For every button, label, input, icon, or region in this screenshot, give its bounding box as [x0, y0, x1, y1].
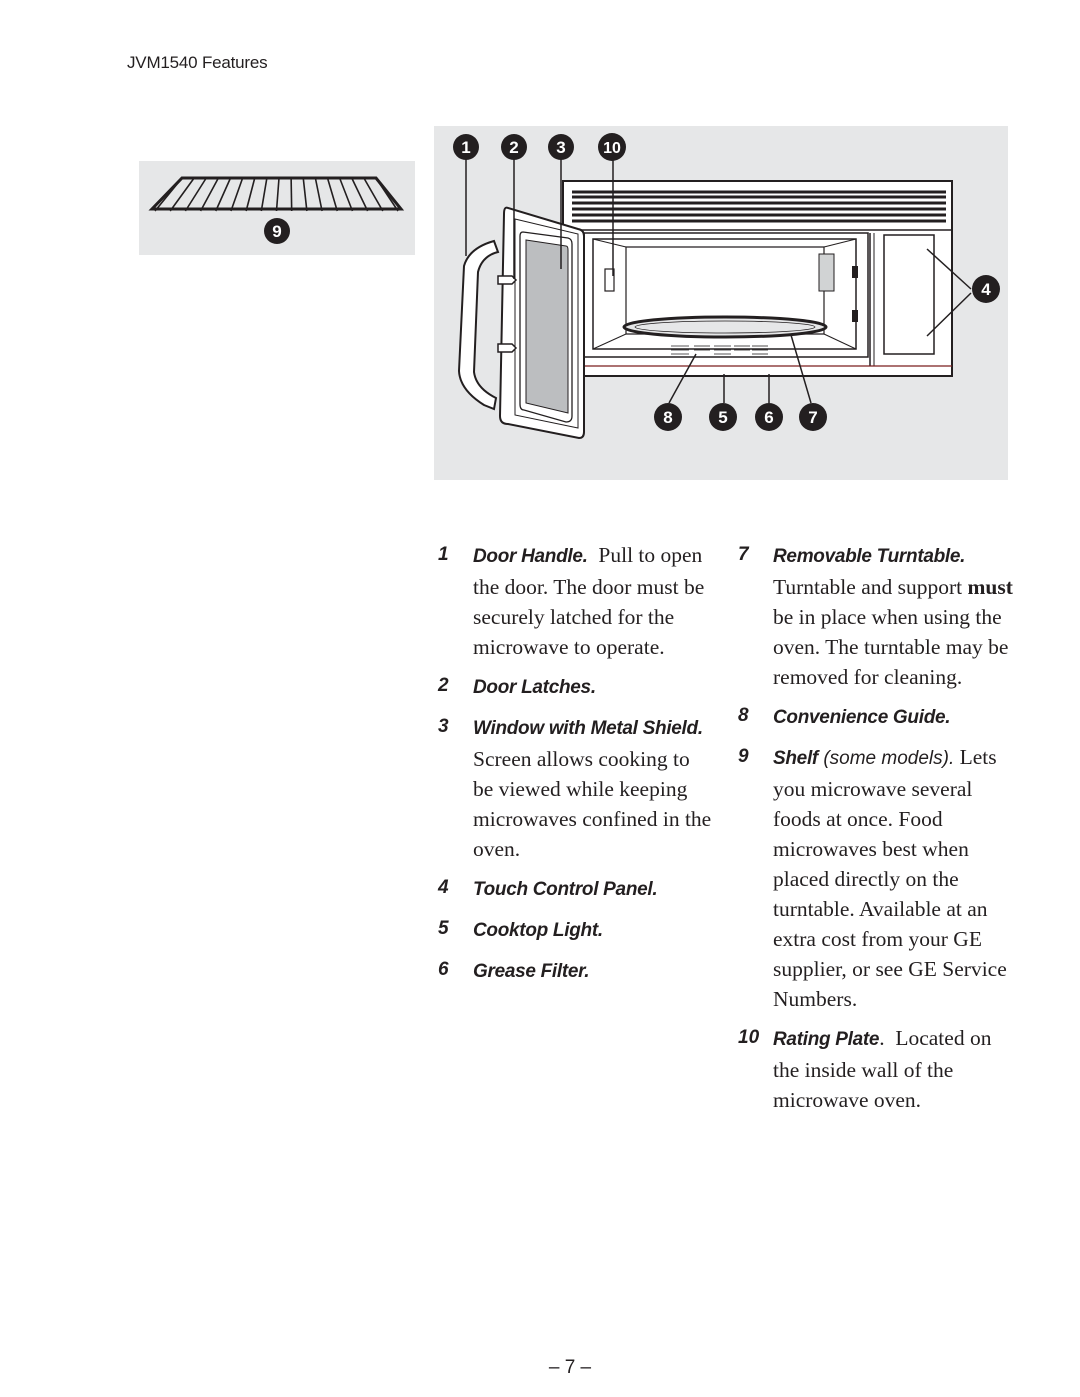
callout-1: 1: [453, 134, 479, 160]
feature-title: Rating Plate: [773, 1029, 880, 1050]
callout-3: 3: [548, 134, 574, 160]
feature-title: Grease Filter.: [473, 961, 590, 982]
callout-8: 8: [654, 403, 682, 431]
latch-slot: [852, 310, 858, 322]
callout-7: 7: [799, 403, 827, 431]
feature-description: be in place when using the oven. The tur…: [773, 605, 1009, 689]
feature-emphasis: must: [967, 575, 1013, 599]
svg-text:3: 3: [556, 138, 565, 157]
callout-5: 5: [709, 403, 737, 431]
feature-item-shelf: 9 Shelf (some models). Lets you microwav…: [738, 742, 1013, 1014]
shelf-illustration-panel: 9: [139, 161, 415, 255]
feature-item-cooktop-light: 5 Cooktop Light.: [438, 914, 713, 946]
feature-number: 8: [738, 705, 749, 726]
feature-item-removable-turntable: 7 Removable Turntable. Turntable and sup…: [738, 540, 1013, 692]
feature-title: Shelf: [773, 748, 818, 769]
svg-text:9: 9: [272, 222, 281, 241]
microwave-body: [562, 180, 953, 377]
callout-6: 6: [755, 403, 783, 431]
touch-control-panel: [883, 234, 935, 355]
feature-number: 6: [438, 959, 449, 980]
feature-title: Door Latches.: [473, 677, 596, 698]
feature-title: Window with Metal Shield.: [473, 718, 703, 739]
feature-item-window: 3 Window with Metal Shield. Screen allow…: [438, 712, 713, 864]
feature-item-convenience-guide: 8 Convenience Guide.: [738, 701, 1013, 733]
feature-number: 2: [438, 675, 449, 696]
feature-item-door-latches: 2 Door Latches.: [438, 671, 713, 703]
callout-9: 9: [264, 218, 290, 244]
feature-number: 9: [738, 746, 749, 767]
feature-number: 4: [438, 877, 449, 898]
wire-shelf-icon: [148, 176, 405, 212]
svg-text:1: 1: [461, 138, 470, 157]
svg-text:10: 10: [603, 140, 621, 157]
page-header: JVM1540 Features: [127, 53, 268, 72]
feature-item-grease-filter: 6 Grease Filter.: [438, 955, 713, 987]
feature-title: Touch Control Panel.: [473, 879, 658, 900]
feature-item-rating-plate: 10 Rating Plate. Located on the inside w…: [738, 1023, 1013, 1115]
feature-number: 3: [438, 716, 449, 737]
feature-title: Cooktop Light.: [473, 920, 603, 941]
feature-description: Lets you microwave several foods at once…: [773, 745, 1007, 1011]
feature-description: Screen allows cooking to be viewed while…: [473, 747, 712, 861]
feature-number: 1: [438, 544, 449, 565]
door-handle: [457, 239, 500, 411]
svg-text:4: 4: [981, 280, 991, 299]
svg-text:8: 8: [663, 408, 672, 427]
door-latch-lower: [497, 343, 518, 353]
feature-title: Door Handle.: [473, 546, 588, 567]
feature-title: Removable Turntable.: [773, 546, 966, 567]
svg-text:2: 2: [509, 138, 518, 157]
callout-4: 4: [972, 275, 1000, 303]
features-list-right: 7 Removable Turntable. Turntable and sup…: [738, 540, 1013, 1124]
callout-10: 10: [598, 133, 626, 161]
svg-text:5: 5: [718, 408, 727, 427]
waveguide-cover: [818, 253, 835, 292]
feature-item-touch-control-panel: 4 Touch Control Panel.: [438, 873, 713, 905]
turntable: [622, 315, 828, 339]
feature-note: (some models).: [823, 748, 955, 769]
feature-title: Convenience Guide.: [773, 707, 951, 728]
feature-number: 7: [738, 544, 749, 565]
feature-number: 5: [438, 918, 449, 939]
microwave-door: [457, 206, 585, 440]
callout-2: 2: [501, 134, 527, 160]
page-number: – 7 –: [548, 1357, 592, 1378]
features-list-left: 1 Door Handle. Pull to open the door. Th…: [438, 540, 713, 996]
feature-title-suffix: .: [879, 1026, 885, 1050]
microwave-diagram-panel: 1 2 3 10 4 8 5 6 7: [434, 126, 1008, 480]
svg-text:7: 7: [808, 408, 817, 427]
shelf-illustration: 9: [148, 176, 405, 244]
microwave-diagram: 1 2 3 10 4 8 5 6 7: [453, 133, 1000, 440]
feature-item-door-handle: 1 Door Handle. Pull to open the door. Th…: [438, 540, 713, 662]
latch-slot: [852, 266, 858, 278]
svg-text:6: 6: [764, 408, 773, 427]
feature-number: 10: [738, 1027, 760, 1048]
feature-description: Turntable and support: [773, 575, 963, 599]
